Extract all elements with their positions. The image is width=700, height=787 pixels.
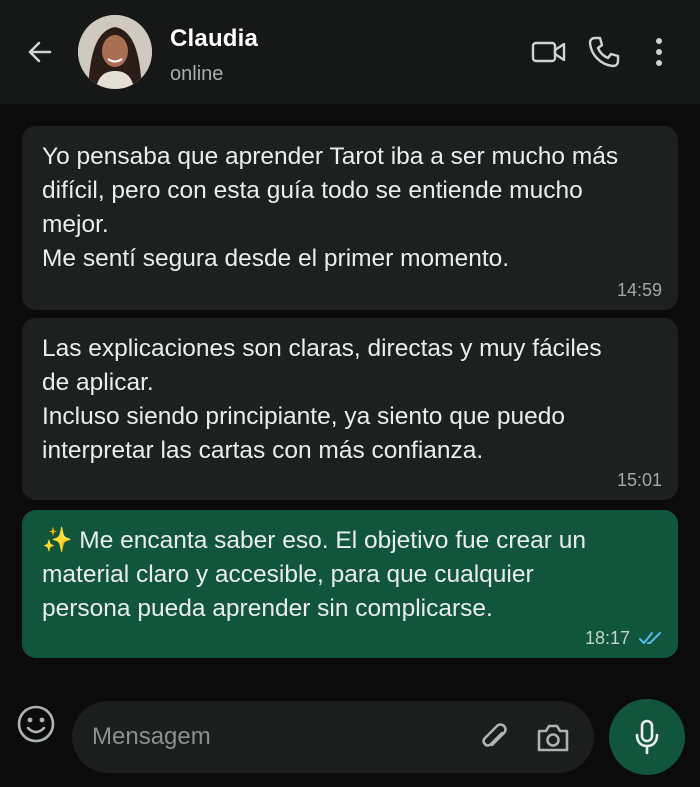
chat-app: Claudia online Yo pensaba que aprender T… xyxy=(0,0,700,787)
camera-icon xyxy=(537,724,569,752)
contact-name[interactable]: Claudia xyxy=(170,25,258,53)
message-time: 18:17 xyxy=(585,628,664,648)
voice-call-icon xyxy=(588,36,620,68)
video-call-button[interactable] xyxy=(529,34,569,70)
microphone-icon xyxy=(635,719,659,755)
contact-photo xyxy=(78,15,152,89)
message-line: difícil, pero con esta guía todo se enti… xyxy=(42,177,583,204)
message-line: ✨ Me encanta saber eso. El objetivo fue … xyxy=(42,527,586,554)
message-line: material claro y accesible, para que cua… xyxy=(42,561,534,588)
chat-header: Claudia online xyxy=(0,0,700,104)
video-call-icon xyxy=(531,41,566,63)
message-line: persona pueda aprender sin complicarse. xyxy=(42,595,493,622)
message-time: 14:59 xyxy=(617,280,662,300)
avatar[interactable] xyxy=(78,15,152,89)
message-line: Me sentí segura desde el primer momento. xyxy=(42,245,510,272)
message-time: 15:01 xyxy=(617,470,662,490)
double-check-read-icon xyxy=(639,632,661,644)
more-options-icon xyxy=(656,38,662,66)
emoji-button[interactable] xyxy=(14,702,58,746)
message-time-text: 14:59 xyxy=(616,280,662,300)
message-bubble-outgoing[interactable]: ✨ Me encanta saber eso. El objetivo fue … xyxy=(22,510,678,658)
camera-button[interactable] xyxy=(534,719,572,757)
message-input-placeholder: Mensagem xyxy=(92,723,211,750)
message-line: Yo pensaba que aprender Tarot iba a ser … xyxy=(42,143,619,170)
message-line: mejor. xyxy=(42,211,109,238)
contact-status: online xyxy=(170,63,224,85)
message-list[interactable]: Yo pensaba que aprender Tarot iba a ser … xyxy=(0,104,700,686)
message-time-text: 18:17 xyxy=(584,628,630,648)
attach-icon xyxy=(482,723,507,747)
message-line: Incluso siendo principiante, ya siento q… xyxy=(42,403,566,430)
back-arrow-icon xyxy=(28,41,52,63)
message-line: Las explicaciones son claras, directas y… xyxy=(42,335,602,362)
message-bubble-incoming[interactable]: Yo pensaba que aprender Tarot iba a ser … xyxy=(22,126,678,310)
composer-bar: Mensagem xyxy=(0,686,700,787)
message-bubble-incoming[interactable]: Las explicaciones son claras, directas y… xyxy=(22,318,678,500)
voice-call-button[interactable] xyxy=(585,34,623,70)
more-options-button[interactable] xyxy=(644,34,674,70)
message-time-text: 15:01 xyxy=(616,470,662,490)
back-button[interactable] xyxy=(22,34,58,70)
message-line: interpretar las cartas con más confianza… xyxy=(42,437,484,464)
attach-button[interactable] xyxy=(476,719,514,757)
voice-message-button[interactable] xyxy=(609,699,685,775)
emoji-icon xyxy=(17,705,55,743)
message-line: de aplicar. xyxy=(42,369,154,396)
message-input[interactable]: Mensagem xyxy=(72,701,594,773)
